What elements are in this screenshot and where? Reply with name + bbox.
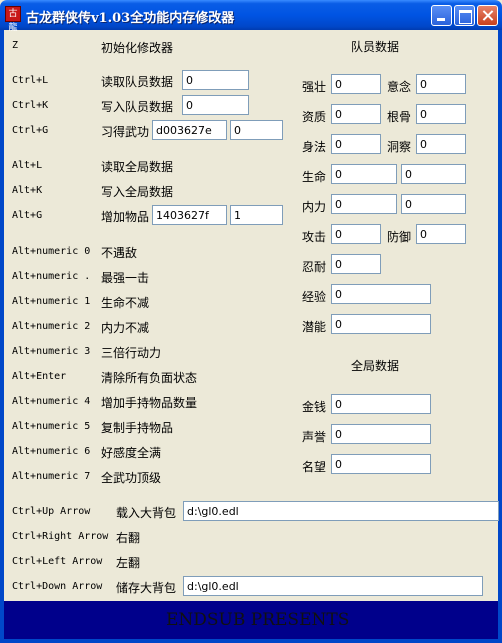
- will-label: 意念: [387, 80, 412, 94]
- label-read-member: 读取队员数据: [101, 75, 174, 89]
- member-data-heading: 队员数据: [351, 40, 400, 54]
- hotkey-life-lock: Alt+numeric 1: [12, 296, 91, 307]
- inner-label: 内力: [302, 200, 327, 214]
- inner-current-input[interactable]: [331, 194, 397, 214]
- hotkey-read-member: Ctrl+L: [12, 75, 49, 86]
- footer-banner: ENDSUB PRESENTS: [4, 601, 498, 639]
- label-clear-status: 清除所有负面状态: [101, 371, 198, 385]
- strength-input[interactable]: [331, 74, 381, 94]
- member-index-input[interactable]: [182, 70, 249, 90]
- close-button[interactable]: [477, 5, 498, 26]
- hotkey-strongest-hit: Alt+numeric .: [12, 271, 91, 282]
- label-no-encounter: 不遇敌: [101, 246, 138, 260]
- reputation-input[interactable]: [331, 424, 431, 444]
- fame-input[interactable]: [331, 454, 431, 474]
- hotkey-copy-held-item: Alt+numeric 5: [12, 421, 91, 432]
- label-read-global: 读取全局数据: [101, 160, 174, 174]
- label-page-right: 右翻: [116, 531, 141, 545]
- fame-label: 名望: [302, 460, 327, 474]
- window-frame-right: [498, 30, 502, 643]
- label-page-left: 左翻: [116, 556, 141, 570]
- money-input[interactable]: [331, 394, 431, 414]
- aptitude-label: 资质: [302, 110, 327, 124]
- inner-max-input[interactable]: [401, 194, 466, 214]
- potential-label: 潜能: [302, 320, 327, 334]
- root-label: 根骨: [387, 110, 412, 124]
- hotkey-add-held-item: Alt+numeric 4: [12, 396, 91, 407]
- label-life-lock: 生命不减: [101, 296, 150, 310]
- hotkey-inner-lock: Alt+numeric 2: [12, 321, 91, 332]
- endurance-label: 忍耐: [302, 260, 327, 274]
- label-triple-action: 三倍行动力: [101, 346, 162, 360]
- root-input[interactable]: [416, 104, 466, 124]
- hotkey-page-left: Ctrl+Left Arrow: [12, 556, 103, 567]
- label-save-bag: 储存大背包: [116, 581, 177, 595]
- save-bag-path-input[interactable]: [183, 576, 483, 596]
- hotkey-write-member: Ctrl+K: [12, 100, 49, 111]
- money-label: 金钱: [302, 400, 327, 414]
- insight-input[interactable]: [416, 134, 466, 154]
- exp-input[interactable]: [331, 284, 431, 304]
- minimize-button[interactable]: [431, 5, 452, 26]
- label-load-bag: 载入大背包: [116, 506, 177, 520]
- label-inner-lock: 内力不减: [101, 321, 150, 335]
- will-input[interactable]: [416, 74, 466, 94]
- hotkey-page-right: Ctrl+Right Arrow: [12, 531, 109, 542]
- label-max-affection: 好感度全满: [101, 446, 162, 460]
- hotkey-max-skills: Alt+numeric 7: [12, 471, 91, 482]
- exp-label: 经验: [302, 290, 327, 304]
- aptitude-input[interactable]: [331, 104, 381, 124]
- footer-text: ENDSUB PRESENTS: [166, 610, 350, 630]
- hotkey-init: Z: [12, 40, 19, 51]
- reputation-label: 声誉: [302, 430, 327, 444]
- item-count-input[interactable]: [230, 205, 283, 225]
- label-add-item: 增加物品: [101, 210, 150, 224]
- window-frame-left: [0, 30, 4, 643]
- attack-input[interactable]: [331, 224, 381, 244]
- global-data-heading: 全局数据: [351, 359, 400, 373]
- label-init: 初始化修改器: [101, 41, 174, 55]
- item-id-input[interactable]: [152, 205, 227, 225]
- label-max-skills: 全武功顶级: [101, 471, 162, 485]
- app-icon: 古龍: [5, 6, 21, 33]
- title-bar[interactable]: 古龍 古龙群侠传v1.03全功能内存修改器: [0, 0, 502, 33]
- window-frame-bottom: [0, 639, 502, 643]
- skill-level-input[interactable]: [230, 120, 283, 140]
- agility-input[interactable]: [331, 134, 381, 154]
- hotkey-load-bag: Ctrl+Up Arrow: [12, 506, 91, 517]
- defense-input[interactable]: [416, 224, 466, 244]
- life-max-input[interactable]: [401, 164, 466, 184]
- hotkey-save-bag: Ctrl+Down Arrow: [12, 581, 103, 592]
- endurance-input[interactable]: [331, 254, 381, 274]
- insight-label: 洞察: [387, 140, 412, 154]
- life-label: 生命: [302, 170, 327, 184]
- skill-id-input[interactable]: [152, 120, 227, 140]
- hotkey-clear-status: Alt+Enter: [12, 371, 67, 382]
- label-write-member: 写入队员数据: [101, 100, 174, 114]
- agility-label: 身法: [302, 140, 327, 154]
- maximize-button[interactable]: [454, 5, 475, 26]
- strength-label: 强壮: [302, 80, 327, 94]
- hotkey-learn-skill: Ctrl+G: [12, 125, 49, 136]
- label-copy-held-item: 复制手持物品: [101, 421, 174, 435]
- hotkey-write-global: Alt+K: [12, 185, 43, 196]
- label-add-held-item: 增加手持物品数量: [101, 396, 198, 410]
- hotkey-triple-action: Alt+numeric 3: [12, 346, 91, 357]
- potential-input[interactable]: [331, 314, 431, 334]
- hotkey-no-encounter: Alt+numeric 0: [12, 246, 91, 257]
- hotkey-read-global: Alt+L: [12, 160, 43, 171]
- label-write-global: 写入全局数据: [101, 185, 174, 199]
- label-learn-skill: 习得武功: [101, 125, 150, 139]
- hotkey-add-item: Alt+G: [12, 210, 43, 221]
- write-member-index-input[interactable]: [182, 95, 249, 115]
- attack-label: 攻击: [302, 230, 327, 244]
- load-bag-path-input[interactable]: [183, 501, 499, 521]
- life-current-input[interactable]: [331, 164, 397, 184]
- label-strongest-hit: 最强一击: [101, 271, 150, 285]
- hotkey-max-affection: Alt+numeric 6: [12, 446, 91, 457]
- window-title: 古龙群侠传v1.03全功能内存修改器: [26, 11, 235, 26]
- defense-label: 防御: [387, 230, 412, 244]
